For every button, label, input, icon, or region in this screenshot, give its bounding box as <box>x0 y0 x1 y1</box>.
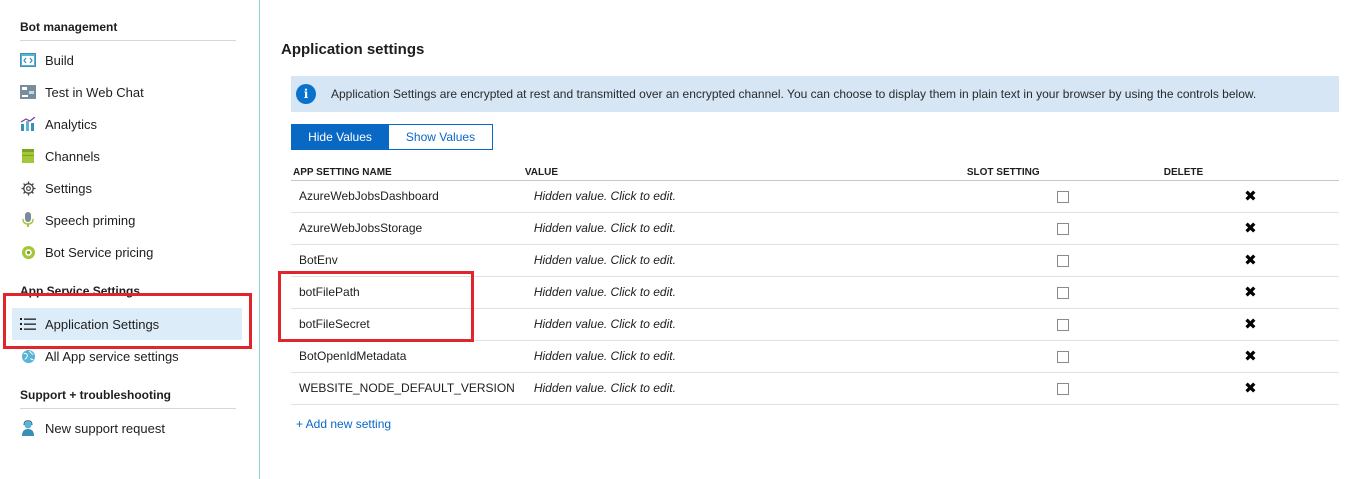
setting-value[interactable]: Hidden value. Click to edit. <box>522 372 965 405</box>
sidebar-item-all-app-service-settings[interactable]: All App service settings <box>12 340 242 372</box>
info-icon: i <box>296 84 316 104</box>
slot-setting-cell <box>964 340 1162 373</box>
globe-icon <box>18 348 38 364</box>
sidebar-item-label: All App service settings <box>45 348 179 364</box>
code-icon <box>18 52 38 68</box>
slot-setting-checkbox[interactable] <box>1057 318 1070 331</box>
sidebar: Bot management Build Test in Web Chat An… <box>0 0 260 479</box>
delete-icon[interactable]: ✖ <box>1244 348 1257 365</box>
sidebar-item-label: Build <box>45 52 74 68</box>
delete-icon[interactable]: ✖ <box>1244 252 1257 269</box>
setting-value[interactable]: Hidden value. Click to edit. <box>522 180 965 213</box>
delete-icon[interactable]: ✖ <box>1244 220 1257 237</box>
sidebar-item-test-in-web-chat[interactable]: Test in Web Chat <box>12 76 242 108</box>
setting-value[interactable]: Hidden value. Click to edit. <box>522 308 965 341</box>
section-app-service-settings: App Service Settings <box>20 284 141 298</box>
delete-cell: ✖ <box>1161 340 1339 373</box>
slot-setting-checkbox[interactable] <box>1057 190 1070 203</box>
chat-icon <box>18 84 38 100</box>
delete-icon[interactable]: ✖ <box>1244 316 1257 333</box>
table-row: WEBSITE_NODE_DEFAULT_VERSION Hidden valu… <box>291 372 1339 405</box>
delete-cell: ✖ <box>1161 372 1339 405</box>
delete-cell: ✖ <box>1161 212 1339 245</box>
setting-value[interactable]: Hidden value. Click to edit. <box>522 212 965 245</box>
setting-value[interactable]: Hidden value. Click to edit. <box>522 340 965 373</box>
slot-setting-checkbox[interactable] <box>1057 382 1070 395</box>
slot-setting-checkbox[interactable] <box>1057 222 1070 235</box>
support-person-icon <box>18 420 38 436</box>
setting-name[interactable]: AzureWebJobsStorage <box>291 212 523 245</box>
sidebar-item-build[interactable]: Build <box>12 44 242 76</box>
column-header-delete: DELETE <box>1161 164 1339 181</box>
slot-setting-checkbox[interactable] <box>1057 286 1070 299</box>
app-settings-table: APP SETTING NAME VALUE SLOT SETTING DELE… <box>291 164 1339 405</box>
page-title: Application settings <box>281 41 425 58</box>
delete-cell: ✖ <box>1161 276 1339 309</box>
sidebar-item-label: Bot Service pricing <box>45 244 154 260</box>
channels-icon <box>18 148 38 164</box>
table-header-row: APP SETTING NAME VALUE SLOT SETTING DELE… <box>291 164 1339 181</box>
sidebar-item-label: Channels <box>45 148 100 164</box>
sidebar-item-label: Test in Web Chat <box>45 84 144 100</box>
column-header-value: VALUE <box>522 164 965 181</box>
slot-setting-cell <box>964 180 1162 213</box>
pricing-icon <box>18 244 38 260</box>
show-values-button[interactable]: Show Values <box>389 124 493 150</box>
column-header-name: APP SETTING NAME <box>291 164 523 181</box>
gear-icon <box>18 180 38 196</box>
setting-name[interactable]: botFileSecret <box>291 308 523 341</box>
delete-cell: ✖ <box>1161 180 1339 213</box>
sidebar-item-application-settings[interactable]: Application Settings <box>12 308 242 340</box>
table-row: BotOpenIdMetadata Hidden value. Click to… <box>291 340 1339 373</box>
delete-cell: ✖ <box>1161 244 1339 277</box>
setting-name[interactable]: AzureWebJobsDashboard <box>291 180 523 213</box>
info-banner: i Application Settings are encrypted at … <box>291 76 1339 112</box>
setting-name[interactable]: BotOpenIdMetadata <box>291 340 523 373</box>
sidebar-item-settings[interactable]: Settings <box>12 172 242 204</box>
delete-icon[interactable]: ✖ <box>1244 380 1257 397</box>
slot-setting-cell <box>964 372 1162 405</box>
slot-setting-cell <box>964 212 1162 245</box>
sidebar-item-label: Application Settings <box>45 316 160 332</box>
sidebar-item-label: Settings <box>45 180 92 196</box>
setting-value[interactable]: Hidden value. Click to edit. <box>522 276 965 309</box>
sidebar-item-analytics[interactable]: Analytics <box>12 108 242 140</box>
section-support-troubleshooting: Support + troubleshooting <box>20 388 236 409</box>
setting-name[interactable]: WEBSITE_NODE_DEFAULT_VERSION <box>291 372 523 405</box>
info-text: Application Settings are encrypted at re… <box>331 87 1257 101</box>
main-content: Application settings i Application Setti… <box>261 0 1354 479</box>
value-visibility-toggle: Hide Values Show Values <box>291 124 493 150</box>
delete-cell: ✖ <box>1161 308 1339 341</box>
table-row: BotEnv Hidden value. Click to edit. ✖ <box>291 244 1339 277</box>
hide-values-button[interactable]: Hide Values <box>291 124 389 150</box>
slot-setting-checkbox[interactable] <box>1057 350 1070 363</box>
setting-value[interactable]: Hidden value. Click to edit. <box>522 244 965 277</box>
delete-icon[interactable]: ✖ <box>1244 284 1257 301</box>
delete-icon[interactable]: ✖ <box>1244 188 1257 205</box>
list-icon <box>18 316 38 332</box>
slot-setting-cell <box>964 276 1162 309</box>
sidebar-item-label: Speech priming <box>45 212 136 228</box>
app-window: Bot management Build Test in Web Chat An… <box>0 0 1354 479</box>
table-row: AzureWebJobsDashboard Hidden value. Clic… <box>291 180 1339 213</box>
sidebar-item-label: New support request <box>45 420 165 436</box>
setting-name[interactable]: botFilePath <box>291 276 523 309</box>
slot-setting-cell <box>964 244 1162 277</box>
microphone-icon <box>18 212 38 228</box>
section-bot-management: Bot management <box>20 20 236 41</box>
table-row: AzureWebJobsStorage Hidden value. Click … <box>291 212 1339 245</box>
sidebar-item-bot-service-pricing[interactable]: Bot Service pricing <box>12 236 242 268</box>
setting-name[interactable]: BotEnv <box>291 244 523 277</box>
slot-setting-checkbox[interactable] <box>1057 254 1070 267</box>
analytics-icon <box>18 116 38 132</box>
table-row: botFilePath Hidden value. Click to edit.… <box>291 276 1339 309</box>
sidebar-item-label: Analytics <box>45 116 98 132</box>
slot-setting-cell <box>964 308 1162 341</box>
table-row: botFileSecret Hidden value. Click to edi… <box>291 308 1339 341</box>
sidebar-item-channels[interactable]: Channels <box>12 140 242 172</box>
sidebar-item-speech-priming[interactable]: Speech priming <box>12 204 242 236</box>
column-header-slot-setting: SLOT SETTING <box>964 164 1162 181</box>
sidebar-item-new-support-request[interactable]: New support request <box>12 412 242 444</box>
add-new-setting-link[interactable]: + Add new setting <box>296 417 391 431</box>
